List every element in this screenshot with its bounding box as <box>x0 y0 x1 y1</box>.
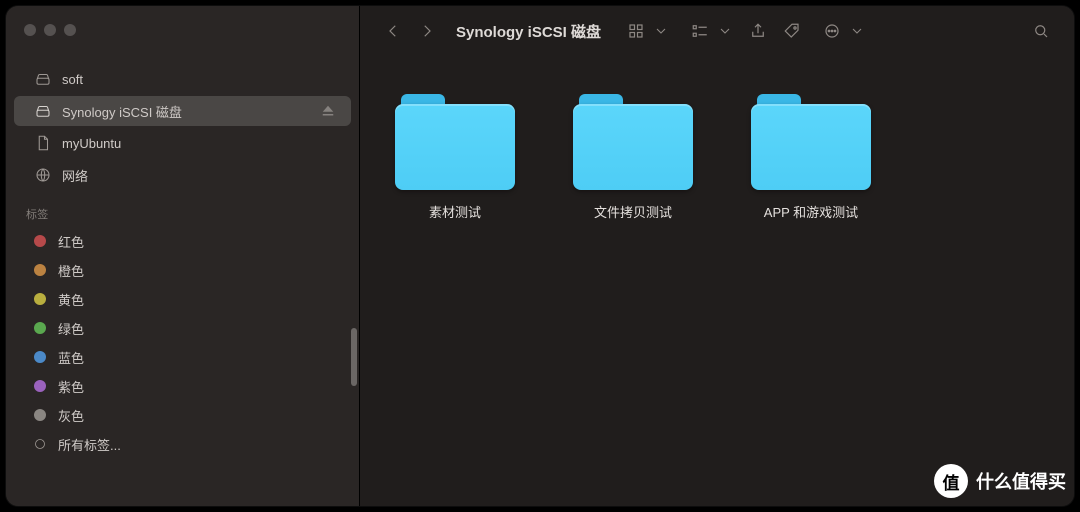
sidebar-item-label: soft <box>62 72 83 87</box>
tag-dot-icon <box>34 322 46 334</box>
tag-red[interactable]: 红色 <box>14 227 351 255</box>
grid-view-button[interactable] <box>621 17 651 45</box>
forward-button[interactable] <box>412 17 442 45</box>
tag-dot-icon <box>34 351 46 363</box>
sidebar-item-myubuntu[interactable]: myUbuntu <box>14 128 351 158</box>
search-button[interactable] <box>1026 17 1056 45</box>
window-traffic-lights <box>6 24 359 36</box>
tag-dot-icon <box>34 380 46 392</box>
folder-app-game-test[interactable]: APP 和游戏测试 <box>746 94 876 221</box>
all-tags-icon <box>34 438 46 450</box>
document-icon <box>34 134 52 152</box>
minimize-light[interactable] <box>44 24 56 36</box>
folder-icon <box>751 94 871 190</box>
tag-label: 橙色 <box>58 261 84 280</box>
watermark-text: 什么值得买 <box>976 468 1066 494</box>
folder-label: 素材测试 <box>429 202 481 221</box>
tag-label: 绿色 <box>58 319 84 338</box>
main-pane: Synology iSCSI 磁盘 素材测试 <box>360 6 1074 506</box>
zoom-light[interactable] <box>64 24 76 36</box>
sidebar-all-tags[interactable]: 所有标签... <box>14 430 351 458</box>
tag-orange[interactable]: 橙色 <box>14 256 351 284</box>
tag-label: 灰色 <box>58 406 84 425</box>
tag-green[interactable]: 绿色 <box>14 314 351 342</box>
view-mode-group <box>621 17 669 45</box>
folder-content: 素材测试 文件拷贝测试 APP 和游戏测试 <box>360 56 1074 506</box>
group-by-button[interactable] <box>685 17 715 45</box>
sidebar-item-network[interactable]: 网络 <box>14 160 351 190</box>
actions-group <box>817 17 865 45</box>
tag-blue[interactable]: 蓝色 <box>14 343 351 371</box>
tag-gray[interactable]: 灰色 <box>14 401 351 429</box>
finder-window: soft Synology iSCSI 磁盘 myUbuntu 网络 标签 红色 <box>6 6 1074 506</box>
actions-button[interactable] <box>817 17 847 45</box>
sidebar: soft Synology iSCSI 磁盘 myUbuntu 网络 标签 红色 <box>6 6 360 506</box>
globe-icon <box>34 166 52 184</box>
sidebar-item-label: 网络 <box>62 166 88 185</box>
tag-yellow[interactable]: 黄色 <box>14 285 351 313</box>
tag-dot-icon <box>34 235 46 247</box>
sidebar-item-synology-iscsi[interactable]: Synology iSCSI 磁盘 <box>14 96 351 126</box>
sidebar-item-soft[interactable]: soft <box>14 64 351 94</box>
tag-dot-icon <box>34 264 46 276</box>
window-title: Synology iSCSI 磁盘 <box>456 21 601 42</box>
toolbar: Synology iSCSI 磁盘 <box>360 6 1074 56</box>
disk-icon <box>34 102 52 120</box>
tags-button[interactable] <box>777 17 807 45</box>
folder-icon <box>573 94 693 190</box>
all-tags-label: 所有标签... <box>58 435 121 454</box>
folder-sucai-test[interactable]: 素材测试 <box>390 94 520 221</box>
group-by-chevron[interactable] <box>717 17 733 45</box>
tag-dot-icon <box>34 293 46 305</box>
folder-copy-test[interactable]: 文件拷贝测试 <box>568 94 698 221</box>
watermark: 值 什么值得买 <box>934 464 1066 498</box>
tag-purple[interactable]: 紫色 <box>14 372 351 400</box>
disk-icon <box>34 70 52 88</box>
tag-label: 紫色 <box>58 377 84 396</box>
tag-label: 红色 <box>58 232 84 251</box>
actions-chevron[interactable] <box>849 17 865 45</box>
folder-label: APP 和游戏测试 <box>764 202 858 221</box>
sidebar-section-tags: 标签 <box>6 192 359 226</box>
close-light[interactable] <box>24 24 36 36</box>
folder-label: 文件拷贝测试 <box>594 202 672 221</box>
folder-icon <box>395 94 515 190</box>
share-button[interactable] <box>743 17 773 45</box>
tag-label: 黄色 <box>58 290 84 309</box>
tag-dot-icon <box>34 409 46 421</box>
sidebar-item-label: myUbuntu <box>62 136 121 151</box>
eject-icon[interactable] <box>319 102 337 120</box>
watermark-badge: 值 <box>934 464 968 498</box>
view-mode-chevron[interactable] <box>653 17 669 45</box>
back-button[interactable] <box>378 17 408 45</box>
sidebar-scrollbar[interactable] <box>351 328 357 386</box>
group-by-group <box>685 17 733 45</box>
sidebar-item-label: Synology iSCSI 磁盘 <box>62 102 182 121</box>
tag-label: 蓝色 <box>58 348 84 367</box>
